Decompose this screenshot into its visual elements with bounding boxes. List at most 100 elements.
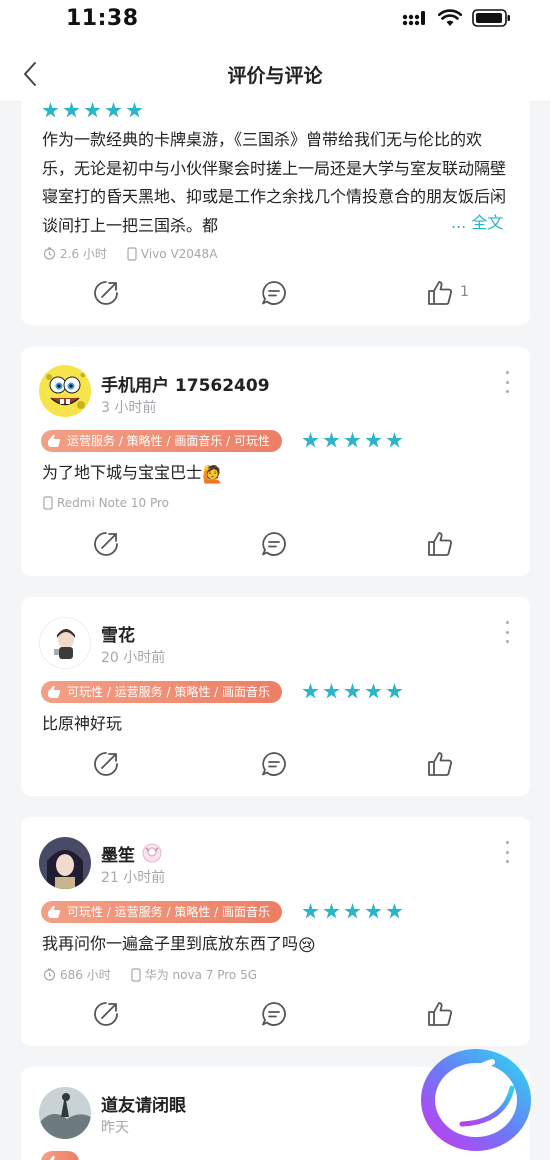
tag-labels: 可玩性 / 运营服务 / 策略性 / 画面音乐 [67,685,271,699]
spongebob-avatar-image [39,365,91,417]
star-icon [344,903,361,919]
review-card: 雪花 20 小时前 可玩性 / 运营服务 / 策略性 / 画面音乐 比原神好玩 [21,597,530,796]
review-card-top: 作为一款经典的卡牌桌游，《三国杀》曾带给我们无与伦比的欢乐，无论是初中与小伙伴聚… [21,96,530,325]
tag-hand-icon [48,434,61,447]
review-card: 手机用户 17562409 3 小时前 运营服务 / 策略性 / 画面音乐 / … [21,347,530,576]
star-icon [302,432,319,448]
brand-logo[interactable] [414,1044,534,1154]
review-text: 比原神好玩 [42,714,123,733]
phone-icon [43,496,53,510]
device-name: Redmi Note 10 Pro [57,496,169,510]
rating-stars [302,903,403,920]
share-button[interactable] [90,999,122,1029]
share-icon [94,1002,118,1026]
star-icon [63,102,80,118]
more-icon[interactable] [504,371,510,393]
avatar[interactable] [39,837,91,889]
star-icon [323,903,340,919]
rating-stars [302,683,403,700]
star-icon [365,903,382,919]
comment-button[interactable] [258,278,290,308]
star-icon [386,903,403,919]
tag-hand-icon [49,1155,59,1160]
username-text: 墨笙 [101,846,135,866]
emoji: 🙋 [202,465,224,485]
status-bar: 11:38 [0,0,550,46]
review-text-body: 我再问你一遍盒子里到底放东西了吗 [42,934,299,953]
playtime: 686 小时 [60,968,111,982]
review-actions [21,529,530,559]
share-button[interactable] [90,749,122,779]
device-name: 华为 nova 7 Pro 5G [144,968,258,982]
username[interactable]: 道友请闭眼 [101,1091,186,1116]
like-button[interactable] [424,529,456,559]
star-icon [344,432,361,448]
chibi-avatar-image [40,618,90,668]
avatar[interactable] [39,365,91,417]
clock-icon [43,247,56,260]
star-icon [42,102,59,118]
star-icon [365,683,382,699]
post-time: 21 小时前 [101,870,166,886]
status-time: 11:38 [66,6,139,31]
tag-labels: 运营服务 / 策略性 / 画面音乐 / 可玩性 [67,434,271,448]
comment-icon [262,532,286,556]
username[interactable]: 雪花 [101,621,135,646]
star-icon [386,683,403,699]
anime-avatar-image [39,837,91,889]
post-time: 3 小时前 [101,400,157,416]
avatar[interactable] [39,1087,91,1139]
comment-button[interactable] [258,999,290,1029]
rating-stars [42,102,143,119]
star-icon [105,102,122,118]
comment-button[interactable] [258,529,290,559]
like-button[interactable] [424,278,456,308]
username[interactable]: 手机用户 17562409 [101,371,270,396]
page-title: 评价与评论 [227,65,323,87]
star-icon [126,102,143,118]
share-button[interactable] [90,529,122,559]
review-tags: 可玩性 / 运营服务 / 策略性 / 画面音乐 [41,901,283,923]
post-time: 昨天 [101,1120,129,1136]
avatar[interactable] [39,617,91,669]
like-button[interactable] [424,999,456,1029]
review-text-body: 为了地下城与宝宝巴士 [42,463,203,482]
phone-icon [131,967,141,982]
thumb-up-icon [428,752,453,776]
like-count: 1 [460,284,469,300]
post-time: 20 小时前 [101,650,166,666]
share-icon [94,752,118,776]
battery-icon [472,9,510,27]
more-icon[interactable] [504,621,510,643]
share-icon [94,281,118,305]
star-icon [365,432,382,448]
thumb-up-icon [428,1002,453,1026]
username[interactable]: 墨笙 [101,841,163,866]
star-icon [344,683,361,699]
review-meta: Redmi Note 10 Pro [43,496,169,510]
share-icon [94,532,118,556]
more-icon[interactable] [504,841,510,863]
review-actions: 1 [21,278,530,308]
expand-full-text-link[interactable]: ... 全文 [449,209,504,233]
emoji: 😢 [298,936,316,956]
review-tags: 可玩性 / 运营服务 / 策略性 / 画面音乐 [41,681,283,703]
tag-labels: 可玩性 / 运营服务 / 策略性 / 画面音乐 [67,905,271,919]
tag-hand-icon [48,685,61,698]
review-text: 我再问你一遍盒子里到底放东西了吗😢 [42,930,316,956]
share-button[interactable] [90,278,122,308]
comment-button[interactable] [258,749,290,779]
star-icon [323,432,340,448]
like-button[interactable] [424,749,456,779]
review-meta: 2.6 小时 Vivo V2048A [43,245,217,262]
star-icon [84,102,101,118]
star-icon [302,683,319,699]
review-actions [21,749,530,779]
clock-icon [43,968,56,981]
star-icon [323,683,340,699]
tag-hand-icon [48,905,61,918]
device-name: Vivo V2048A [140,246,218,261]
phone-icon [127,246,137,261]
wifi-icon [438,9,462,26]
review-text: 为了地下城与宝宝巴士🙋 [42,459,223,485]
